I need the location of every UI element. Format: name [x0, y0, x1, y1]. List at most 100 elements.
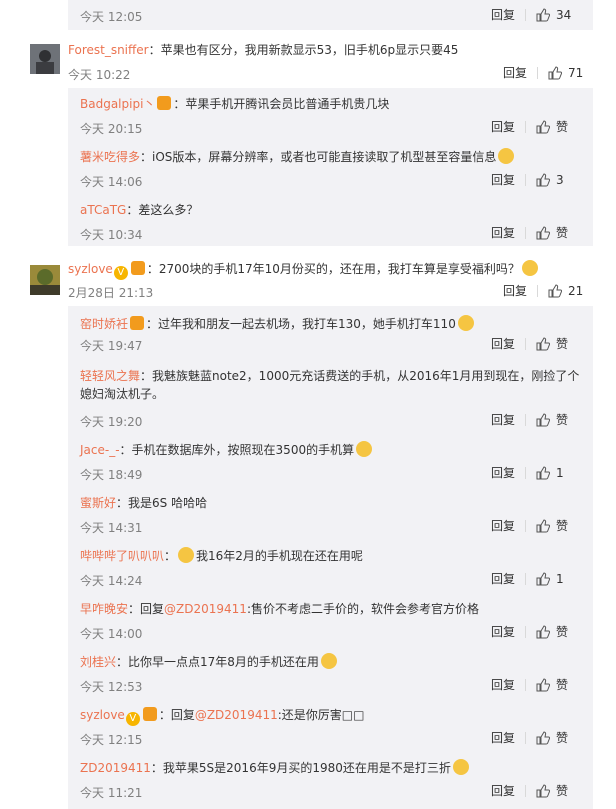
emoji-icon [521, 260, 538, 276]
comment-time: 今天 10:22 [68, 68, 131, 82]
reply-button[interactable]: 回复 [481, 782, 525, 799]
reply-actions: 回复 赞 [481, 411, 576, 428]
thumbs-up-icon [536, 119, 550, 133]
reply-username[interactable]: Badgalpipi丶 [80, 97, 155, 111]
like-button[interactable]: 赞 [526, 729, 576, 746]
like-button[interactable]: 赞 [526, 335, 576, 352]
reply-text: ：我魅族魅蓝note2，1000元充话费送的手机，从2016年1月用到现在，刚捡… [140, 369, 580, 383]
reply-button[interactable]: 回复 [481, 171, 525, 188]
reply-body: 窑时娇衽 ：过年我和朋友一起去机场，我打车130，她手机打车110 [80, 315, 476, 333]
reply-actions: 回复 赞 [481, 224, 576, 241]
like-button[interactable]: 71 [538, 66, 588, 80]
avatar[interactable] [30, 265, 60, 295]
mention-link[interactable]: @ZD2019411 [164, 602, 247, 616]
reply-button[interactable]: 回复 [481, 623, 525, 640]
reply-text: ：苹果手机开腾讯会员比普通手机贵几块 [173, 97, 390, 111]
reply-button[interactable]: 回复 [481, 6, 525, 23]
comment-text: ：苹果也有区分，我用新款显示53，旧手机6p显示只要45 [148, 43, 459, 57]
like-button[interactable]: 赞 [526, 118, 576, 135]
reply-time: 今天 14:31 [80, 521, 143, 535]
reply-button[interactable]: 回复 [481, 224, 525, 241]
like-button[interactable]: 赞 [526, 782, 576, 799]
reply-time: 今天 18:49 [80, 468, 143, 482]
reply-button[interactable]: 回复 [493, 64, 537, 81]
reply-username[interactable]: Jace-_- [80, 443, 120, 457]
reply-username[interactable]: 薯米吃得多 [80, 150, 140, 164]
vip-badge-icon [130, 261, 145, 275]
reply-username[interactable]: 刘桂兴 [80, 655, 116, 669]
reply-text: ：回复 [128, 602, 165, 616]
reply-username[interactable]: 蜜斯好 [80, 496, 116, 510]
emoji-icon [320, 653, 337, 669]
like-button[interactable]: 赞 [526, 623, 576, 640]
reply-actions: 回复 赞 [481, 729, 576, 746]
mention-link[interactable]: @ZD2019411 [195, 708, 278, 722]
reply-button[interactable]: 回复 [481, 464, 525, 481]
reply-username[interactable]: syzlove [80, 708, 125, 722]
thumbs-up-icon [536, 336, 550, 350]
emoji-icon [178, 547, 195, 563]
reply-body: 刘桂兴：比你早一点点17年8月的手机还在用 [80, 653, 339, 671]
comment-username[interactable]: syzlove [68, 262, 113, 276]
reply-actions: 回复 34 [481, 6, 576, 23]
reply-button[interactable]: 回复 [481, 517, 525, 534]
reply-time: 今天 20:15 [80, 122, 143, 136]
like-count: 赞 [556, 226, 569, 240]
like-count: 3 [556, 172, 564, 187]
reply-button[interactable]: 回复 [481, 570, 525, 587]
like-count: 赞 [556, 413, 569, 427]
reply-actions: 回复 赞 [481, 335, 576, 352]
reply-username[interactable]: 窑时娇衽 [80, 317, 128, 331]
thumbs-up-icon [536, 465, 550, 479]
reply-text: ：iOS版本，屏幕分辨率，或者也可能直接读取了机型甚至容量信息 [140, 150, 497, 164]
like-count: 赞 [556, 784, 569, 798]
thumbs-up-icon [536, 624, 550, 638]
reply-button[interactable]: 回复 [481, 411, 525, 428]
reply-actions: 回复 赞 [481, 676, 576, 693]
like-button[interactable]: 赞 [526, 224, 576, 241]
like-button[interactable]: 赞 [526, 676, 576, 693]
reply-button[interactable]: 回复 [481, 676, 525, 693]
reply-button[interactable]: 回复 [481, 729, 525, 746]
reply-body: 薯米吃得多：iOS版本，屏幕分辨率，或者也可能直接读取了机型甚至容量信息 [80, 148, 516, 166]
thumbs-up-icon [536, 730, 550, 744]
comment-username[interactable]: Forest_sniffer [68, 43, 149, 57]
reply-username[interactable]: 哔哔哔了叭叭叭 [80, 549, 164, 563]
reply-time: 今天 14:00 [80, 627, 143, 641]
reply-time: 今天 14:06 [80, 175, 143, 189]
reply-text: ：差这么多？ [126, 203, 199, 217]
thumbs-up-icon [536, 412, 550, 426]
reply-text: ：我苹果5S是2016年9月买的1980还在用是不是打三折 [150, 761, 451, 775]
like-button[interactable]: 赞 [526, 517, 576, 534]
comment-body: syzlove V ：2700块的手机17年10月份买的，还在用，我打车算是享受福利… [68, 260, 540, 280]
like-button[interactable]: 34 [526, 8, 576, 22]
reply-button[interactable]: 回复 [493, 282, 537, 299]
reply-time: 今天 12:05 [80, 10, 143, 24]
thumbs-up-icon [536, 783, 550, 797]
reply-username[interactable]: 早咋晚安 [80, 602, 128, 616]
like-button[interactable]: 1 [526, 572, 576, 586]
like-button[interactable]: 1 [526, 466, 576, 480]
thumbs-up-icon [536, 571, 550, 585]
reply-username[interactable]: ZD2019411 [80, 761, 151, 775]
reply-time: 今天 12:53 [80, 680, 143, 694]
reply-username[interactable]: 轻轻风之舞 [80, 369, 140, 383]
reply-body: syzlove V ：回复@ZD2019411:还是你厉害□□ [80, 706, 364, 726]
reply-text-after: :售价不考虑二手价的，软件会参考官方价格 [246, 602, 479, 616]
like-count: 21 [568, 283, 584, 298]
like-button[interactable]: 21 [538, 284, 588, 298]
thumbs-up-icon [536, 225, 550, 239]
thumbs-up-icon [548, 65, 562, 79]
comment-time: 2月28日 21:13 [68, 286, 154, 300]
like-button[interactable]: 赞 [526, 411, 576, 428]
reply-body: Badgalpipi丶 ：苹果手机开腾讯会员比普通手机贵几块 [80, 95, 389, 113]
reply-text: ： [164, 549, 177, 563]
like-count: 赞 [556, 337, 569, 351]
reply-button[interactable]: 回复 [481, 335, 525, 352]
like-count: 赞 [556, 519, 569, 533]
like-button[interactable]: 3 [526, 173, 576, 187]
reply-username[interactable]: aTCaTG [80, 203, 126, 217]
like-count: 赞 [556, 731, 569, 745]
avatar[interactable] [30, 44, 60, 74]
reply-button[interactable]: 回复 [481, 118, 525, 135]
